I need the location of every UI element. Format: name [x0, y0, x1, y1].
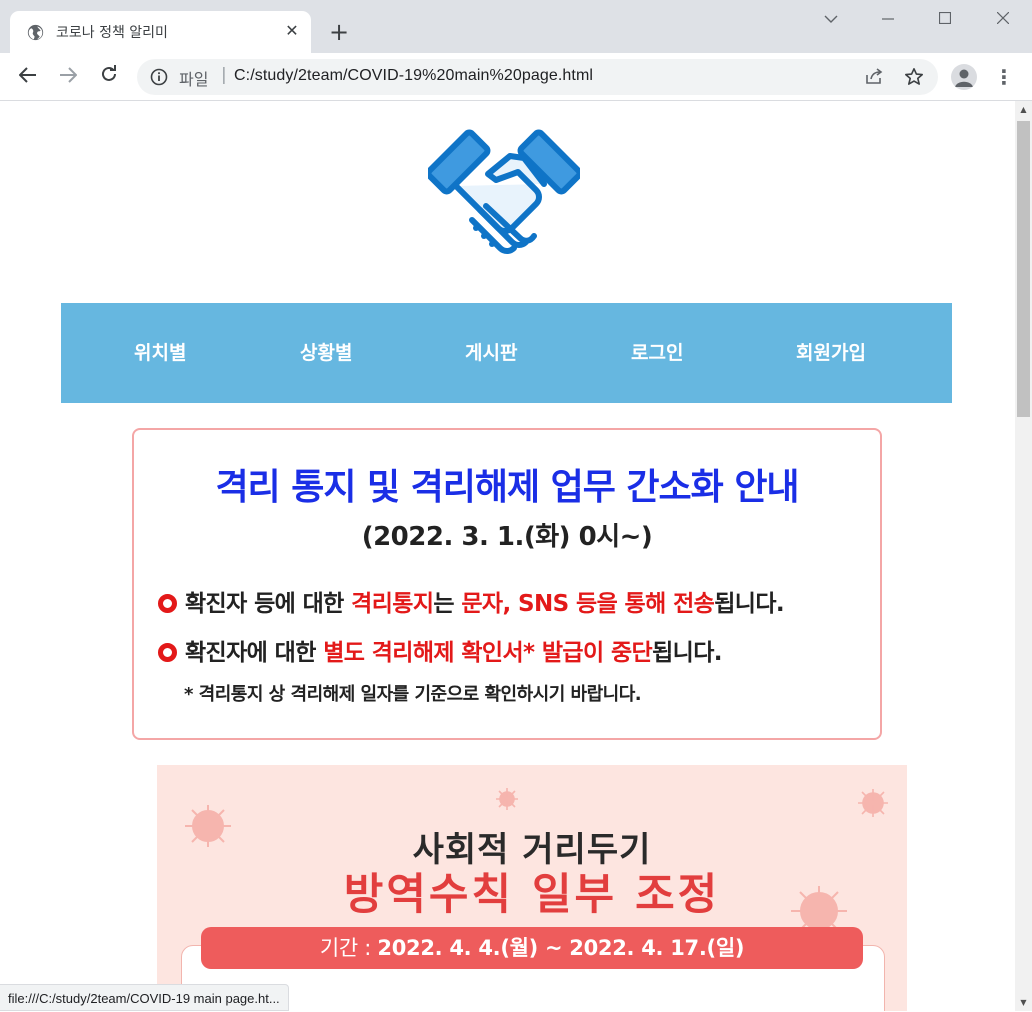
status-bar-url: file:///C:/study/2team/COVID-19 main pag…	[0, 984, 289, 1011]
back-icon[interactable]	[14, 63, 42, 91]
bullet1-highlight-1: 격리통지	[351, 591, 434, 617]
address-scheme: 파일	[179, 70, 209, 89]
maximize-icon[interactable]	[927, 7, 963, 31]
browser-chrome: 코로나 정책 알리미 ✕ + 파일 | C:/study/2team/COVID…	[0, 0, 1032, 101]
bullet2-highlight-1: 별도 격리해제 확인서* 발급이 중단	[323, 640, 653, 666]
bullet1-text-2: 는	[433, 591, 462, 617]
bookmark-star-icon[interactable]	[904, 67, 924, 87]
globe-icon	[27, 24, 44, 41]
profile-avatar-icon[interactable]	[951, 64, 977, 90]
notice-footnote: * 격리통지 상 격리해제 일자를 기준으로 확인하시기 바랍니다.	[184, 684, 642, 705]
reload-icon[interactable]	[95, 63, 123, 91]
period-label: 기간 :	[319, 936, 378, 960]
bullet1-highlight-2: 문자, SNS 등을 통해 전송	[461, 591, 715, 617]
tab-title: 코로나 정책 알리미	[56, 25, 168, 41]
close-window-icon[interactable]	[985, 7, 1021, 31]
tab-search-icon[interactable]	[813, 7, 849, 31]
tab-close-icon[interactable]: ✕	[282, 21, 302, 41]
nav-item-board[interactable]: 게시판	[465, 303, 517, 403]
bullet-ring-icon	[158, 594, 177, 613]
virus-icon	[858, 789, 888, 817]
bullet1-text-1: 확진자 등에 대한	[185, 591, 352, 617]
scroll-thumb[interactable]	[1017, 121, 1030, 417]
address-separator: |	[221, 65, 227, 85]
scroll-down-arrow-icon[interactable]: ▼	[1015, 994, 1032, 1011]
nav-item-signup[interactable]: 회원가입	[796, 303, 866, 403]
page-viewport: 위치별 상황별 게시판 로그인 회원가입 격리 통지 및 격리해제 업무 간소화…	[0, 101, 1015, 1011]
period-value: 2022. 4. 4.(월) ~ 2022. 4. 17.(일)	[377, 936, 745, 960]
bullet2-text-2: 됩니다.	[652, 640, 722, 666]
bullet2-text-1: 확진자에 대한	[185, 640, 324, 666]
distancing-poster[interactable]: 사회적 거리두기 방역수칙 일부 조정 기간 : 2022. 4. 4.(월) …	[157, 765, 907, 1011]
period-badge: 기간 : 2022. 4. 4.(월) ~ 2022. 4. 17.(일)	[201, 927, 863, 969]
share-icon[interactable]	[864, 67, 884, 87]
nav-item-login[interactable]: 로그인	[631, 303, 683, 403]
scroll-up-arrow-icon[interactable]: ▲	[1015, 101, 1032, 118]
poster-subheading: 방역수칙 일부 조정	[343, 870, 721, 920]
new-tab-icon[interactable]: +	[326, 20, 352, 46]
main-nav: 위치별 상황별 게시판 로그인 회원가입	[61, 303, 952, 403]
handshake-icon[interactable]	[428, 128, 580, 270]
menu-kebab-icon[interactable]: ⋮	[994, 64, 1014, 90]
notice-bullet-1: 확진자 등에 대한 격리통지는 문자, SNS 등을 통해 전송됩니다.	[158, 584, 785, 618]
browser-toolbar: 파일 | C:/study/2team/COVID-19%20main%20pa…	[0, 53, 1032, 101]
minimize-icon[interactable]	[870, 7, 906, 31]
bullet1-text-3: 됩니다.	[714, 591, 785, 617]
notice-date: (2022. 3. 1.(화) 0시~)	[361, 522, 653, 552]
url-text[interactable]: C:/study/2team/COVID-19%20main%20page.ht…	[234, 67, 593, 85]
bullet-ring-icon	[158, 643, 177, 662]
vertical-scrollbar[interactable]: ▲ ▼	[1015, 101, 1032, 1011]
nav-item-location[interactable]: 위치별	[134, 303, 186, 403]
virus-icon	[496, 788, 518, 810]
address-bar[interactable]: 파일 | C:/study/2team/COVID-19%20main%20pa…	[137, 59, 938, 95]
info-icon[interactable]	[150, 68, 168, 86]
browser-tab[interactable]: 코로나 정책 알리미 ✕	[10, 11, 311, 53]
nav-item-situation[interactable]: 상황별	[300, 303, 352, 403]
quarantine-notice-banner[interactable]: 격리 통지 및 격리해제 업무 간소화 안내 (2022. 3. 1.(화) 0…	[132, 428, 882, 740]
notice-bullet-2: 확진자에 대한 별도 격리해제 확인서* 발급이 중단됩니다.	[158, 633, 723, 667]
forward-icon[interactable]	[54, 63, 82, 91]
notice-title: 격리 통지 및 격리해제 업무 간소화 안내	[215, 467, 799, 508]
